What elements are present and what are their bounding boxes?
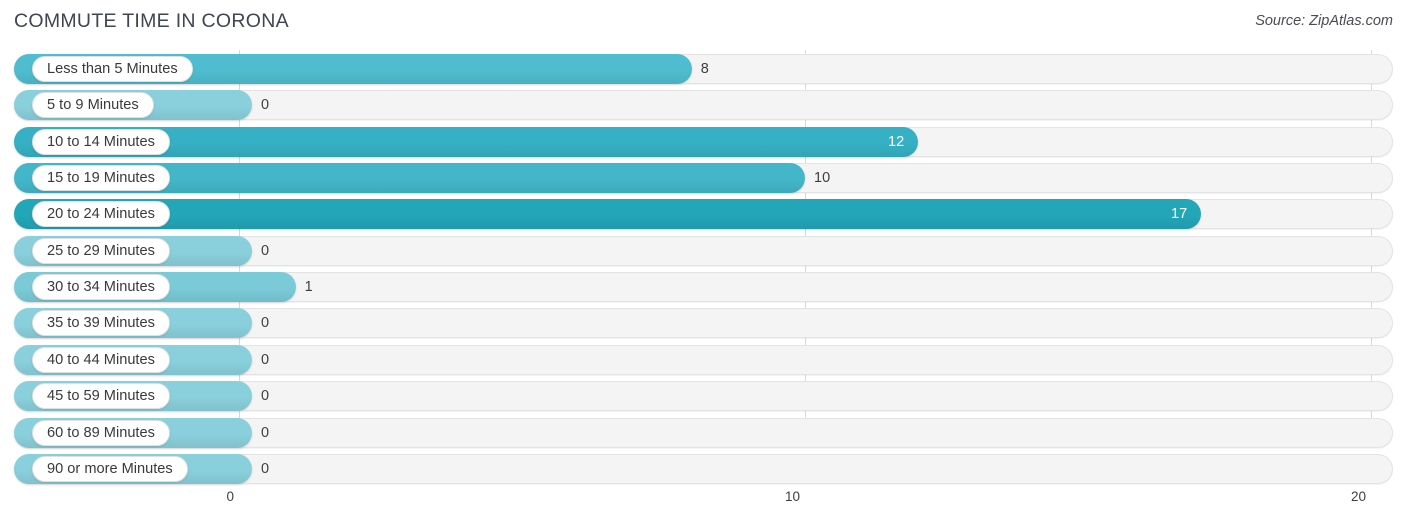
- bar-row[interactable]: 17 20 to 24 Minutes: [0, 199, 1406, 230]
- category-label: 25 to 29 Minutes: [32, 237, 170, 264]
- axis-tick-label: 0: [226, 489, 234, 504]
- category-label: Less than 5 Minutes: [32, 56, 193, 82]
- bar-value-label: 17: [1171, 206, 1188, 223]
- bar-row[interactable]: 0 60 to 89 Minutes: [0, 417, 1406, 448]
- category-label: 40 to 44 Minutes: [32, 346, 170, 373]
- bar-row[interactable]: 0 45 to 59 Minutes: [0, 381, 1406, 412]
- category-label: 60 to 89 Minutes: [32, 419, 170, 446]
- bar-row[interactable]: 0 5 to 9 Minutes: [0, 90, 1406, 121]
- bar-value-label: 0: [261, 351, 270, 368]
- source-attribution: Source: ZipAtlas.com: [1255, 13, 1393, 29]
- category-label: 5 to 9 Minutes: [32, 92, 154, 119]
- bar-value-label: 0: [261, 424, 270, 441]
- bar-row[interactable]: 12 10 to 14 Minutes: [0, 126, 1406, 157]
- bar-row[interactable]: 10 15 to 19 Minutes: [0, 163, 1406, 194]
- x-axis: 0 10 20: [0, 487, 1406, 523]
- category-label: 10 to 14 Minutes: [32, 128, 170, 155]
- bar-row[interactable]: 1 30 to 34 Minutes: [0, 272, 1406, 303]
- bar-row[interactable]: 0 35 to 39 Minutes: [0, 308, 1406, 339]
- bar-row[interactable]: 8 Less than 5 Minutes: [0, 54, 1406, 84]
- bar-value-label: 0: [261, 388, 270, 405]
- bar-value-label: 12: [888, 133, 905, 150]
- bar-row[interactable]: 0 90 or more Minutes: [0, 453, 1406, 484]
- category-label: 20 to 24 Minutes: [32, 201, 170, 228]
- bar-value-label: 0: [261, 97, 270, 114]
- category-label: 90 or more Minutes: [32, 455, 188, 482]
- axis-tick-label: 10: [784, 489, 800, 504]
- bar-value-label: 0: [261, 315, 270, 332]
- bar-value-label: 1: [304, 279, 313, 296]
- page-title: COMMUTE TIME IN CORONA: [14, 10, 289, 32]
- chart-root: COMMUTE TIME IN CORONA Source: ZipAtlas.…: [0, 0, 1406, 523]
- category-label: 15 to 19 Minutes: [32, 165, 170, 192]
- bar-value-label: 0: [261, 460, 270, 477]
- bar-value-label: 8: [700, 61, 709, 77]
- category-label: 30 to 34 Minutes: [32, 274, 170, 301]
- category-label: 45 to 59 Minutes: [32, 383, 170, 410]
- bar[interactable]: 17: [14, 199, 1202, 230]
- bar-value-label: 0: [261, 242, 270, 259]
- category-label: 35 to 39 Minutes: [32, 310, 170, 337]
- bar-value-label: 10: [814, 170, 831, 187]
- axis-tick-label: 20: [1350, 489, 1366, 504]
- bar-row[interactable]: 0 40 to 44 Minutes: [0, 344, 1406, 375]
- plot-area: 8 Less than 5 Minutes 0 5 to 9 Minutes 12 10 …: [0, 50, 1406, 487]
- bar-row[interactable]: 0 25 to 29 Minutes: [0, 235, 1406, 266]
